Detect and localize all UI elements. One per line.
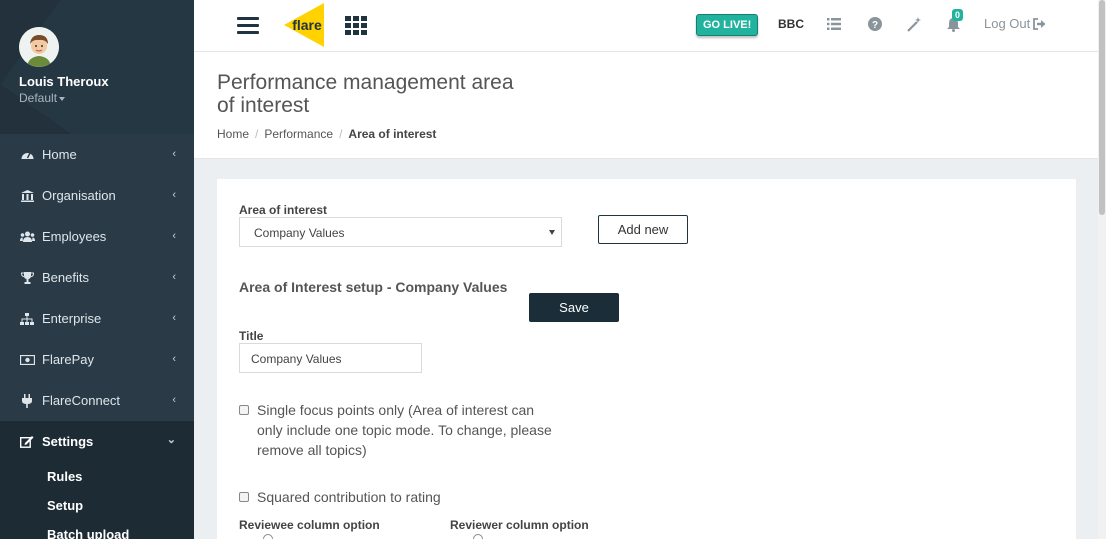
caret-down-icon [549, 230, 555, 235]
sidebar: Louis Theroux Default Home ‹ Organisatio… [0, 0, 194, 539]
page-header: Performance management area of interest … [194, 52, 1098, 159]
page-title: Performance management area of interest [217, 71, 514, 117]
single-focus-option: Single focus points only (Area of intere… [239, 400, 559, 460]
breadcrumb-performance[interactable]: Performance [264, 127, 333, 141]
sidebar-item-label: FlareConnect [42, 393, 121, 408]
svg-text:flare: flare [292, 17, 322, 33]
settings-submenu: Rules Setup Batch upload [0, 462, 194, 539]
chevron-down-icon: ⌄ [166, 434, 176, 446]
add-new-button[interactable]: Add new [598, 215, 688, 244]
sidebar-item-employees[interactable]: Employees ‹ [0, 216, 194, 257]
reviewee-radio[interactable] [263, 534, 273, 539]
area-of-interest-label: Area of interest [239, 203, 328, 217]
sidebar-item-label: Settings [42, 434, 94, 449]
squared-contribution-checkbox[interactable] [239, 492, 249, 502]
company-name[interactable]: BBC [778, 17, 804, 31]
area-of-interest-select[interactable]: Company Values [239, 217, 562, 247]
sidebar-nav: Home ‹ Organisation ‹ Employees ‹ Benefi… [0, 134, 194, 539]
single-focus-checkbox[interactable] [239, 405, 249, 415]
chevron-left-icon: ‹ [172, 353, 176, 365]
sidebar-subitem-setup[interactable]: Setup [0, 491, 194, 520]
sidebar-item-enterprise[interactable]: Enterprise ‹ [0, 298, 194, 339]
page-scrollbar[interactable] [1098, 0, 1106, 539]
caret-down-icon [59, 96, 66, 101]
magic-wand-icon[interactable] [906, 16, 922, 32]
trophy-icon [19, 271, 35, 285]
reviewer-radio[interactable] [473, 534, 483, 539]
sign-out-icon [1033, 17, 1046, 30]
area-of-interest-card: Area of interest Company Values Add new … [217, 179, 1076, 539]
reviewer-column-label: Reviewer column option [450, 518, 589, 532]
plug-icon [19, 393, 35, 408]
breadcrumb-current: Area of interest [348, 127, 437, 141]
notification-badge: 0 [952, 9, 964, 21]
sidebar-item-label: Benefits [42, 270, 89, 285]
chevron-left-icon: ‹ [172, 148, 176, 160]
chevron-left-icon: ‹ [172, 230, 176, 242]
sidebar-item-label: FlarePay [42, 352, 95, 367]
money-icon [19, 353, 35, 367]
edit-icon [19, 435, 35, 449]
user-role-label: Default [19, 91, 58, 105]
title-input[interactable]: Company Values [239, 343, 422, 373]
title-label: Title [239, 329, 264, 343]
sidebar-subitem-batch-upload[interactable]: Batch upload [0, 520, 194, 539]
squared-contribution-option: Squared contribution to rating [239, 487, 441, 507]
dashboard-icon [19, 148, 35, 162]
scrollbar-thumb[interactable] [1099, 0, 1105, 215]
hamburger-menu-icon[interactable] [237, 17, 259, 35]
logout-label: Log Out [984, 16, 1031, 31]
sidebar-item-settings[interactable]: Settings ⌄ [0, 421, 194, 462]
sidebar-item-flarepay[interactable]: FlarePay ‹ [0, 339, 194, 380]
squared-contribution-label: Squared contribution to rating [257, 489, 441, 505]
breadcrumb-home[interactable]: Home [217, 127, 249, 141]
apps-grid-icon[interactable] [345, 16, 367, 35]
svg-text:?: ? [872, 20, 878, 31]
sidebar-item-label: Organisation [42, 188, 116, 203]
single-focus-label: Single focus points only (Area of intere… [257, 402, 552, 458]
sidebar-item-home[interactable]: Home ‹ [0, 134, 194, 175]
sidebar-item-organisation[interactable]: Organisation ‹ [0, 175, 194, 216]
go-live-button[interactable]: GO LIVE! [696, 14, 759, 36]
sidebar-item-benefits[interactable]: Benefits ‹ [0, 257, 194, 298]
sidebar-item-flareconnect[interactable]: FlareConnect ‹ [0, 380, 194, 421]
chevron-left-icon: ‹ [172, 271, 176, 283]
sidebar-item-label: Enterprise [42, 311, 102, 326]
breadcrumb: Home / Performance / Area of interest [217, 127, 437, 141]
sidebar-item-label: Employees [42, 229, 107, 244]
bank-icon [19, 189, 35, 203]
help-icon[interactable]: ? [867, 16, 883, 32]
user-role-dropdown[interactable]: Default [19, 91, 194, 105]
users-icon [19, 230, 35, 244]
save-button[interactable]: Save [529, 293, 619, 322]
top-bar: flare GO LIVE! BBC ? 0 Log Out [194, 0, 1098, 52]
sidebar-item-label: Home [42, 147, 77, 162]
list-icon[interactable] [826, 16, 842, 32]
logout-link[interactable]: Log Out [984, 16, 1046, 31]
flare-logo[interactable]: flare [283, 2, 329, 48]
chevron-left-icon: ‹ [172, 189, 176, 201]
sidebar-subitem-rules[interactable]: Rules [0, 462, 194, 491]
chevron-left-icon: ‹ [172, 394, 176, 406]
reviewee-column-label: Reviewee column option [239, 518, 380, 532]
area-of-interest-value: Company Values [254, 226, 345, 240]
chevron-left-icon: ‹ [172, 312, 176, 324]
user-name: Louis Theroux [19, 74, 109, 89]
sitemap-icon [19, 312, 35, 326]
user-profile: Louis Theroux Default [0, 0, 194, 134]
setup-title: Area of Interest setup - Company Values [239, 279, 508, 295]
avatar[interactable] [19, 27, 59, 67]
